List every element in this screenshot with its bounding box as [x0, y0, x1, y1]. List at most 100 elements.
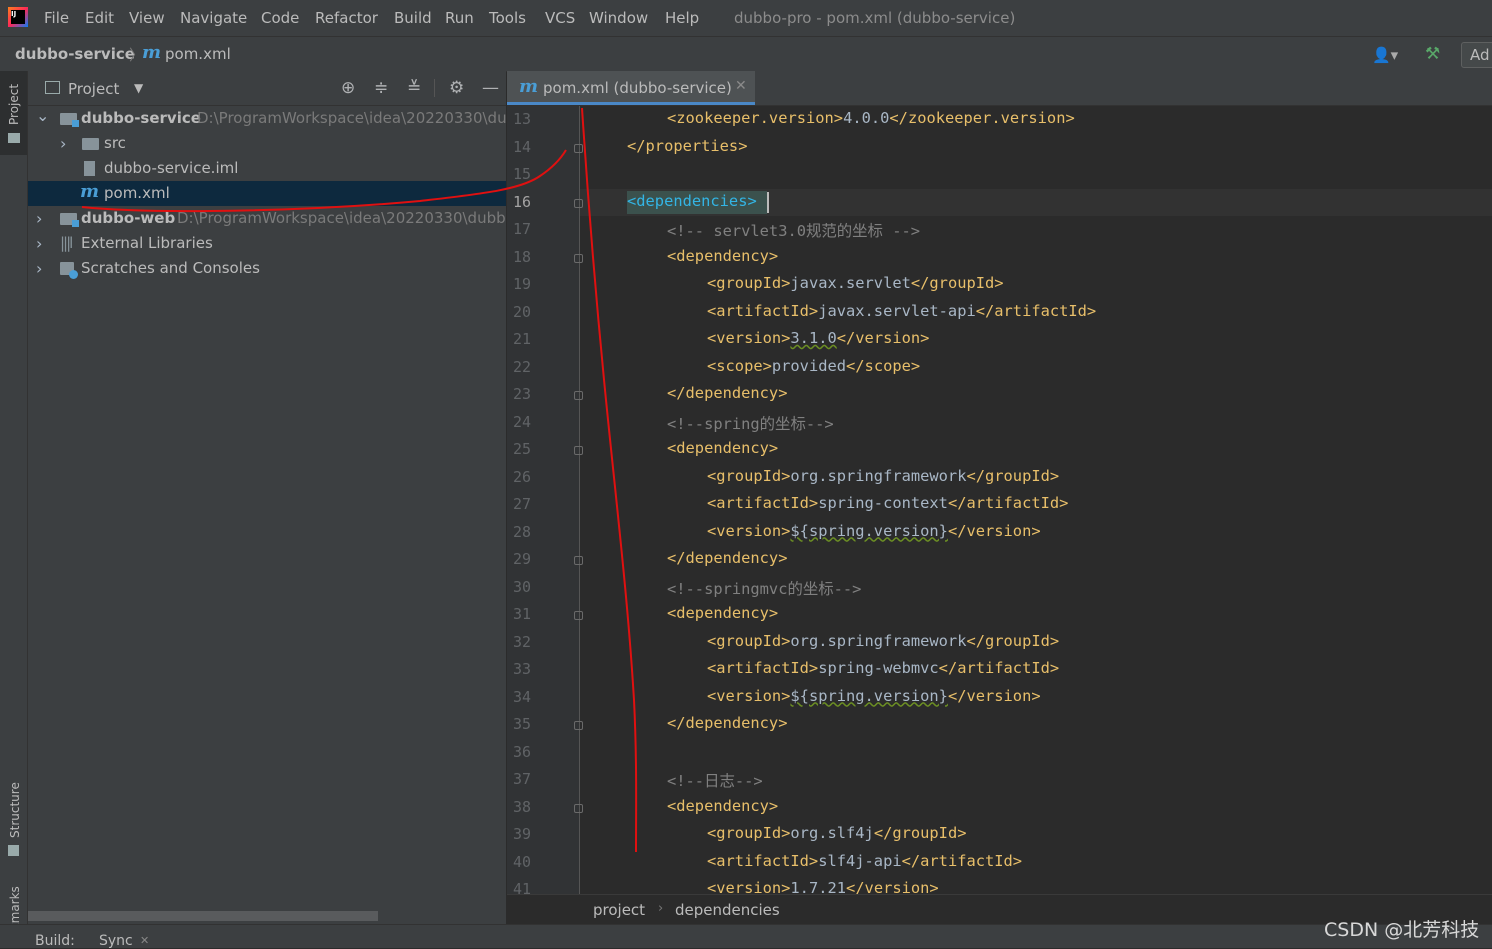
expand-all-icon[interactable]: ≑ [374, 78, 388, 98]
fold-marker-icon[interactable] [574, 253, 583, 263]
locate-file-icon[interactable]: ⊕ [341, 78, 355, 98]
line-number: 35 [512, 715, 531, 733]
chevron-right-icon[interactable]: › [36, 256, 42, 281]
fold-marker-icon[interactable] [574, 611, 583, 620]
menu-code[interactable]: Code [261, 9, 299, 27]
horizontal-scrollbar[interactable] [28, 911, 378, 921]
editor-tab-label: pom.xml (dubbo-service) [543, 79, 732, 97]
code-line: <version>${spring.version}</version> [707, 687, 1041, 705]
fold-marker-icon[interactable] [574, 446, 583, 455]
tree-item-iml[interactable]: dubbo-service.iml [28, 156, 506, 181]
code-token-txt: slf4j-api [818, 851, 902, 870]
breadcrumb-project-tag[interactable]: project [593, 901, 645, 919]
chevron-right-icon[interactable]: › [36, 231, 42, 256]
fold-marker-icon[interactable] [574, 721, 583, 730]
view-dropdown-icon[interactable]: ▼ [134, 81, 143, 95]
code-token-tag: </groupId> [910, 274, 1004, 292]
code-token-tag: <groupId> [707, 631, 791, 650]
line-number: 15 [512, 165, 531, 183]
code-token-tag: <groupId> [707, 466, 791, 485]
build-hammer-icon[interactable]: ⚒ [1425, 44, 1440, 64]
code-token-tag: <groupId> [707, 824, 791, 842]
menu-tools[interactable]: Tools [489, 9, 526, 27]
line-number: 14 [512, 137, 531, 156]
code-token-tag: <version> [707, 521, 791, 540]
code-token-tag: <version> [707, 686, 791, 705]
code-line: <scope>provided</scope> [707, 357, 920, 375]
line-number: 36 [512, 742, 531, 761]
structure-tool-label[interactable]: Structure [8, 782, 22, 838]
code-token-tag: <artifactId> [707, 301, 819, 320]
fold-marker-icon[interactable] [574, 143, 583, 153]
line-number: 33 [512, 660, 531, 678]
maven-file-icon: m [80, 181, 100, 202]
chevron-down-icon[interactable]: ⌄ [36, 106, 49, 128]
tree-item-label: src [104, 134, 126, 152]
code-token-tag: </version> [947, 521, 1041, 540]
code-line: <artifactId>spring-context</artifactId> [707, 494, 1068, 512]
annotation-bracket-stroke [581, 107, 638, 853]
code-token-txt: provided [771, 356, 847, 375]
code-line: <groupId>org.springframework</groupId> [707, 467, 1059, 485]
menu-file[interactable]: File [44, 9, 69, 27]
breadcrumb-project[interactable]: dubbo-service [15, 45, 135, 63]
code-line: <groupId>javax.servlet</groupId> [707, 274, 1004, 292]
editor-tab-pom-xml[interactable]: m pom.xml (dubbo-service) ✕ [507, 71, 755, 105]
code-line: <version>3.1.0</version> [707, 329, 929, 347]
tree-item-label: dubbo-service [81, 109, 201, 127]
code-token-tag: </artifactId> [975, 301, 1097, 320]
code-token-tag: </groupId> [966, 631, 1060, 650]
tree-item-dubbo-web[interactable]: › dubbo-web D:\ProgramWorkspace\idea\20220… [28, 206, 506, 231]
project-tool-label[interactable]: Project [7, 84, 21, 125]
hide-panel-icon[interactable]: — [482, 78, 499, 98]
chevron-right-icon[interactable]: › [60, 131, 66, 156]
menu-navigate[interactable]: Navigate [180, 9, 247, 27]
line-number: 39 [512, 825, 531, 843]
tab-close-icon[interactable]: ✕ [735, 78, 747, 94]
line-number: 34 [512, 687, 531, 706]
menu-build[interactable]: Build [394, 9, 432, 27]
project-view-title[interactable]: Project [68, 80, 119, 98]
settings-gear-icon[interactable]: ⚙ [449, 78, 464, 98]
code-line: <groupId>org.slf4j</groupId> [707, 824, 966, 842]
code-line: </dependency> [667, 549, 787, 567]
menu-window[interactable]: Window [589, 9, 648, 27]
user-account-icon[interactable]: 👤▾ [1372, 46, 1398, 64]
navigation-bar: dubbo-service 〉 m pom.xml 👤▾ ⚒ [0, 36, 1492, 72]
menu-edit[interactable]: Edit [85, 9, 114, 27]
code-line: <artifactId>spring-webmvc</artifactId> [707, 659, 1059, 677]
code-line: <artifactId>javax.servlet-api</artifactI… [707, 302, 1096, 320]
collapse-all-icon[interactable]: ≚ [407, 78, 421, 98]
fold-marker-icon[interactable] [574, 391, 583, 400]
tree-item-external-libraries[interactable]: › |||l External Libraries [28, 231, 506, 256]
project-panel-header: Project ▼ ⊕ ≑ ≚ ⚙ — [28, 71, 506, 106]
code-token-tag: <dependency> [667, 796, 779, 815]
line-number: 40 [512, 852, 531, 871]
fold-marker-icon[interactable] [574, 556, 583, 565]
tree-item-src[interactable]: › src [28, 131, 506, 156]
code-token-squig: ${spring.version} [790, 686, 948, 705]
menu-help[interactable]: Help [665, 9, 699, 27]
fold-marker-icon[interactable] [574, 198, 583, 208]
tree-item-pom-xml[interactable]: m pom.xml [28, 181, 506, 206]
menu-run[interactable]: Run [445, 9, 474, 27]
menu-view[interactable]: View [129, 9, 165, 27]
add-configuration-button[interactable]: Ad [1461, 42, 1492, 68]
project-view-icon [45, 81, 60, 94]
tree-item-scratches[interactable]: › Scratches and Consoles [28, 256, 506, 281]
breadcrumb-file[interactable]: pom.xml [165, 45, 231, 63]
fold-marker-icon[interactable] [574, 803, 583, 813]
line-number: 26 [512, 467, 531, 486]
menu-refactor[interactable]: Refactor [315, 9, 378, 27]
tree-item-label: dubbo-web [81, 209, 176, 227]
chevron-right-icon[interactable]: › [36, 206, 42, 231]
code-line: <dependency> [667, 604, 778, 622]
maven-file-icon: m [519, 76, 539, 97]
code-token-tag: </artifactId> [938, 659, 1060, 677]
tree-item-path: D:\ProgramWorkspace\idea\20220330\dubbc [177, 209, 506, 227]
sync-close-icon[interactable]: ✕ [140, 934, 149, 947]
code-token-tag: </artifactId> [947, 494, 1069, 512]
menu-vcs[interactable]: VCS [545, 9, 575, 27]
breadcrumb-dependencies-tag[interactable]: dependencies [675, 901, 780, 919]
tree-item-dubbo-service[interactable]: ⌄ dubbo-service D:\ProgramWorkspace\idea\2… [28, 106, 506, 131]
